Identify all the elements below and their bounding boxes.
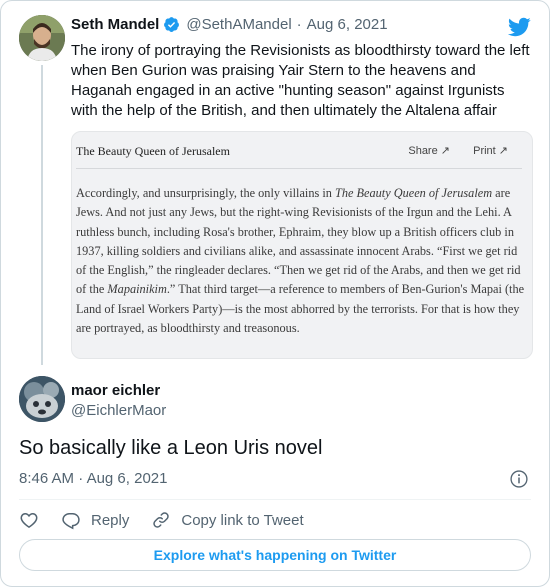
tweet-text: So basically like a Leon Uris novel xyxy=(19,437,323,459)
verified-badge-icon xyxy=(164,17,180,32)
copy-link-button[interactable]: Copy link to Tweet xyxy=(151,510,304,530)
author-handle[interactable]: @EichlerMaor xyxy=(71,402,166,419)
article-title: The Beauty Queen of Jerusalem xyxy=(76,144,230,158)
parent-tweet-text: The irony of portraying the Revisionists… xyxy=(71,42,530,119)
link-icon xyxy=(153,512,170,528)
article-header: The Beauty Queen of Jerusalem Share ↗ Pr… xyxy=(72,132,532,168)
tweet-embed: Seth Mandel @SethAMandel · Aug 6, 2021 T… xyxy=(0,0,550,587)
reply-icon xyxy=(62,513,80,530)
reply-label: Reply xyxy=(91,511,130,529)
heart-icon xyxy=(20,512,38,528)
author-handle[interactable]: @SethAMandel xyxy=(186,16,291,33)
tweet-date[interactable]: Aug 6, 2021 xyxy=(87,470,168,487)
avatar-maor-eichler[interactable] xyxy=(19,376,65,422)
article-excerpt: Accordingly, and unsurprisingly, the onl… xyxy=(76,186,525,336)
tweet-date[interactable]: Aug 6, 2021 xyxy=(307,16,388,33)
thread-line xyxy=(41,65,43,365)
share-link: Share ↗ xyxy=(408,145,450,157)
avatar-seth-mandel[interactable] xyxy=(19,15,65,61)
divider xyxy=(19,499,531,500)
article-screenshot[interactable]: The Beauty Queen of Jerusalem Share ↗ Pr… xyxy=(71,131,533,359)
reply-button[interactable]: Reply xyxy=(61,510,129,530)
author-name[interactable]: Seth Mandel xyxy=(71,16,159,33)
tweet-timestamp[interactable]: 8:46 AM · Aug 6, 2021 xyxy=(19,470,167,487)
like-button[interactable] xyxy=(19,510,39,530)
parent-tweet-header: Seth Mandel @SethAMandel · Aug 6, 2021 xyxy=(71,16,388,33)
twitter-bird-icon[interactable] xyxy=(507,15,531,39)
print-link: Print ↗ xyxy=(473,145,508,157)
explore-button[interactable]: Explore what's happening on Twitter xyxy=(19,539,531,571)
article-divider xyxy=(76,168,522,169)
author-name[interactable]: maor eichler xyxy=(71,382,160,399)
separator-dot: · xyxy=(78,470,84,487)
tweet-actions: Reply Copy link to Tweet xyxy=(19,508,326,532)
info-icon[interactable] xyxy=(509,469,529,489)
separator-dot: · xyxy=(296,16,302,33)
tweet-time[interactable]: 8:46 AM xyxy=(19,470,74,487)
copy-link-label: Copy link to Tweet xyxy=(181,511,304,529)
